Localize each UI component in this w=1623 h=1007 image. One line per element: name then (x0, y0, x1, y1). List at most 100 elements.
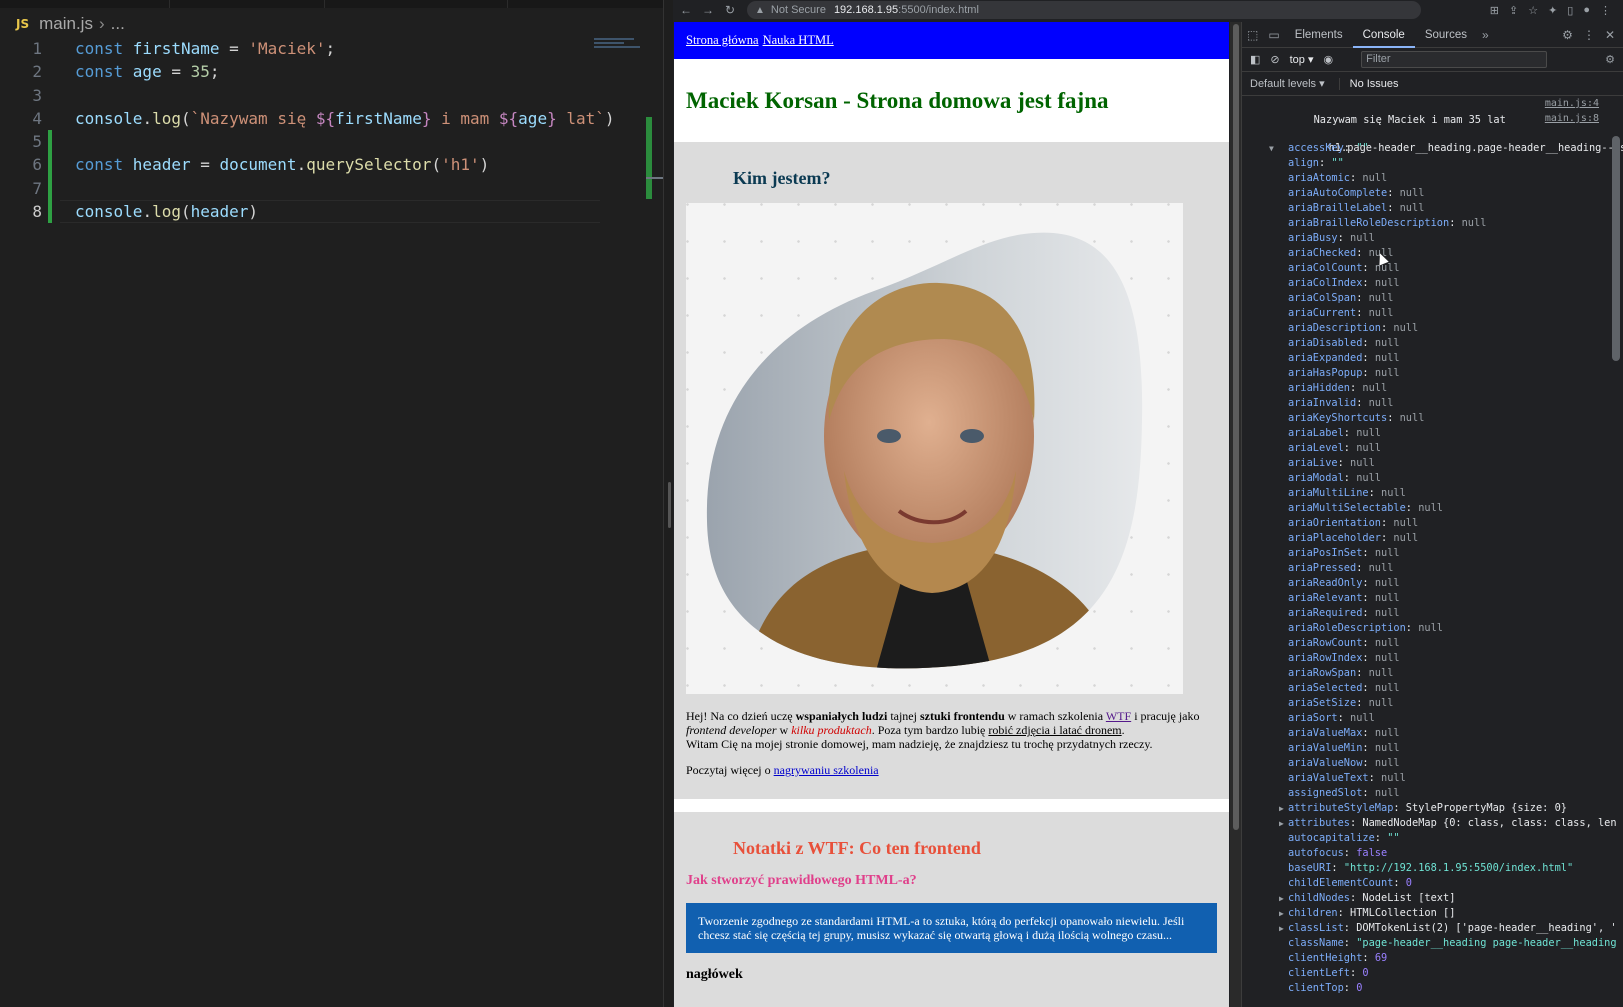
object-property[interactable]: ariaPosInSet: null (1242, 546, 1623, 561)
device-toolbar-icon[interactable]: ▭ (1263, 28, 1284, 42)
object-property[interactable]: ▶ children: HTMLCollection [] (1242, 906, 1623, 921)
object-property[interactable]: ▶ attributes: NamedNodeMap {0: class, cla… (1242, 816, 1623, 831)
object-property[interactable]: clientTop: 0 (1242, 981, 1623, 996)
tab-console[interactable]: Console (1352, 22, 1415, 48)
live-expression-eye-icon[interactable]: ◉ (1324, 53, 1334, 66)
page-scrollbar-thumb[interactable] (1233, 24, 1239, 830)
object-property[interactable]: ariaValueMin: null (1242, 741, 1623, 756)
object-property[interactable]: ariaDescription: null (1242, 321, 1623, 336)
object-property[interactable]: ariaSort: null (1242, 711, 1623, 726)
address-bar[interactable]: ▲ Not Secure 192.168.1.95:5500/index.htm… (747, 1, 1421, 19)
code-area[interactable]: 1 const firstName = 'Maciek'; 2 const age =… (0, 37, 615, 224)
object-property[interactable]: align: "" (1242, 156, 1623, 171)
console-settings-icon[interactable]: ⚙ (1605, 53, 1615, 66)
object-property[interactable]: ariaReadOnly: null (1242, 576, 1623, 591)
console-filter-input[interactable]: Filter (1361, 51, 1548, 68)
object-property[interactable]: ariaColIndex: null (1242, 276, 1623, 291)
code-line[interactable]: 1 const firstName = 'Maciek'; (0, 37, 600, 60)
expand-triangle-icon[interactable]: ▶ (1279, 801, 1284, 816)
object-property[interactable]: baseURI: "http://192.168.1.95:5500/index… (1242, 861, 1623, 876)
expand-triangle-icon[interactable]: ▶ (1279, 816, 1284, 831)
object-property[interactable]: ariaRowSpan: null (1242, 666, 1623, 681)
object-property[interactable]: ariaPlaceholder: null (1242, 531, 1623, 546)
object-property[interactable]: ▶ classList: DOMTokenList(2) ['page-heade… (1242, 921, 1623, 936)
reload-icon[interactable]: ↻ (721, 3, 739, 17)
object-property[interactable]: ariaValueText: null (1242, 771, 1623, 786)
forward-icon[interactable]: → (699, 3, 717, 17)
code-line[interactable]: 4 console.log(`Nazywam się ${firstName} i… (0, 107, 614, 130)
page-viewport[interactable]: Strona główna Nauka HTML Maciek Korsan -… (674, 22, 1229, 1007)
console-scrollbar-thumb[interactable] (1612, 136, 1620, 361)
object-property[interactable]: ariaColSpan: null (1242, 291, 1623, 306)
object-header[interactable]: ▼ h1.page-header__heading.page-header__he… (1242, 126, 1623, 154)
object-property[interactable]: ariaInvalid: null (1242, 396, 1623, 411)
warning-icon[interactable]: ▲ (755, 5, 765, 16)
object-property[interactable]: ariaRowIndex: null (1242, 651, 1623, 666)
pane-splitter[interactable] (663, 0, 673, 1007)
object-property[interactable]: ariaKeyShortcuts: null (1242, 411, 1623, 426)
object-property[interactable]: ariaHidden: null (1242, 381, 1623, 396)
share-icon[interactable]: ⇪ (1509, 4, 1518, 17)
object-property[interactable]: ariaValueMax: null (1242, 726, 1623, 741)
object-property[interactable]: ariaMultiLine: null (1242, 486, 1623, 501)
object-property[interactable]: ariaLevel: null (1242, 441, 1623, 456)
expand-triangle-icon[interactable]: ▶ (1279, 906, 1284, 921)
object-property[interactable]: ariaSelected: null (1242, 681, 1623, 696)
code-line[interactable]: 5 (0, 130, 600, 154)
issues-button[interactable]: No Issues (1338, 77, 1399, 90)
breadcrumb-file[interactable]: main.js (39, 14, 93, 34)
object-property[interactable]: ariaOrientation: null (1242, 516, 1623, 531)
object-property[interactable]: className: "page-header__heading page-he… (1242, 936, 1623, 951)
code-line[interactable]: 6 const header = document.querySelector('… (0, 153, 600, 177)
object-property[interactable]: assignedSlot: null (1242, 786, 1623, 801)
object-property[interactable]: ariaModal: null (1242, 471, 1623, 486)
object-property[interactable]: clientHeight: 69 (1242, 951, 1623, 966)
object-property[interactable]: ariaExpanded: null (1242, 351, 1623, 366)
more-tabs-icon[interactable]: » (1477, 28, 1494, 42)
object-property[interactable]: ariaBrailleRoleDescription: null (1242, 216, 1623, 231)
object-property[interactable]: ▶ attributeStyleMap: StylePropertyMap {si… (1242, 801, 1623, 816)
sidebar-icon[interactable]: ▯ (1567, 4, 1573, 17)
profile-icon[interactable]: ● (1583, 4, 1590, 17)
browser-menu-icon[interactable]: ⋮ (1600, 4, 1611, 17)
console-output[interactable]: Nazywam się Maciek i mam 35 lat main.js:… (1242, 96, 1623, 996)
object-property[interactable]: ariaRelevant: null (1242, 591, 1623, 606)
inspect-element-icon[interactable]: ⬚ (1242, 28, 1263, 42)
nav-link-html[interactable]: Nauka HTML (763, 33, 834, 48)
source-link[interactable]: main.js:4 (1545, 96, 1599, 112)
object-property[interactable]: ariaRoleDescription: null (1242, 621, 1623, 636)
devtools-menu-icon[interactable]: ⋮ (1583, 28, 1595, 42)
object-property[interactable]: ariaSetSize: null (1242, 696, 1623, 711)
splitter-handle[interactable] (668, 482, 671, 528)
expand-triangle-icon[interactable]: ▶ (1279, 921, 1284, 936)
extensions-icon[interactable]: ✦ (1548, 4, 1557, 17)
object-property[interactable]: ariaChecked: null (1242, 246, 1623, 261)
read-more-link[interactable]: nagrywaniu szkolenia (774, 763, 879, 777)
not-secure-label[interactable]: Not Secure (771, 4, 826, 16)
code-line[interactable]: 2 const age = 35; (0, 60, 600, 83)
breadcrumb-symbol[interactable]: ... (111, 14, 125, 34)
sidebar-toggle-icon[interactable]: ◧ (1250, 53, 1260, 66)
tab-sources[interactable]: Sources (1415, 22, 1477, 48)
object-property[interactable]: clientLeft: 0 (1242, 966, 1623, 981)
wtf-link[interactable]: WTF (1106, 709, 1131, 723)
object-property[interactable]: ariaRowCount: null (1242, 636, 1623, 651)
object-property[interactable]: ▶ childNodes: NodeList [text] (1242, 891, 1623, 906)
object-property[interactable]: autocapitalize: "" (1242, 831, 1623, 846)
bookmark-star-icon[interactable]: ☆ (1528, 4, 1538, 17)
tab-elements[interactable]: Elements (1285, 22, 1353, 48)
nav-link-home[interactable]: Strona główna (686, 33, 759, 48)
object-property[interactable]: ariaRequired: null (1242, 606, 1623, 621)
object-property[interactable]: ariaCurrent: null (1242, 306, 1623, 321)
object-property[interactable]: accessKey: "" (1242, 141, 1623, 156)
log-levels-select[interactable]: Default levels ▾ (1250, 77, 1325, 90)
back-icon[interactable]: ← (677, 3, 695, 17)
object-property[interactable]: childElementCount: 0 (1242, 876, 1623, 891)
object-property[interactable]: ariaColCount: null (1242, 261, 1623, 276)
object-property[interactable]: ariaHasPopup: null (1242, 366, 1623, 381)
drone-link[interactable]: robić zdjęcia i latać dronem (988, 723, 1121, 737)
object-property[interactable]: ariaLabel: null (1242, 426, 1623, 441)
context-select[interactable]: top ▾ (1290, 53, 1314, 66)
minimap[interactable] (594, 38, 642, 52)
code-line[interactable]: 7 (0, 176, 600, 201)
